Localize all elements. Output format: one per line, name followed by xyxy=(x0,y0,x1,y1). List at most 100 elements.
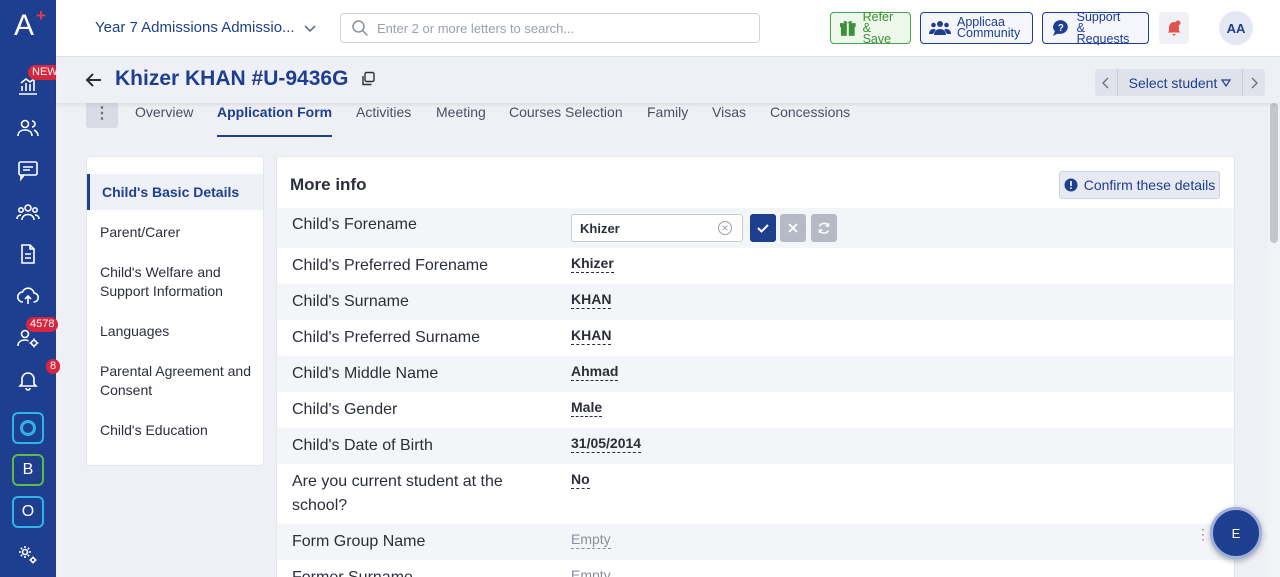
reset-field-button[interactable] xyxy=(811,214,837,242)
documents-nav[interactable] xyxy=(14,240,42,268)
applicaa-community-button[interactable]: Applicaa Community xyxy=(920,12,1033,44)
upload-nav[interactable] xyxy=(14,282,42,310)
groups-nav[interactable] xyxy=(14,198,42,226)
help-chat-icon: ? xyxy=(1052,20,1068,36)
search-input[interactable] xyxy=(377,20,737,36)
group-icon xyxy=(16,204,40,221)
top-bar: Year 7 Admissions Admissio... Refer& Sav… xyxy=(56,0,1280,57)
field-label: Former Surname xyxy=(292,566,542,577)
field-label: Child's Date of Birth xyxy=(292,437,433,454)
field-value[interactable]: 31/05/2014 xyxy=(571,434,642,453)
app-tile-o[interactable]: O xyxy=(12,496,44,528)
next-student-button[interactable] xyxy=(1243,69,1265,96)
applicants-count-badge: 4578 xyxy=(26,317,59,332)
section-welfare-support[interactable]: Child's Welfare and Support Information xyxy=(100,263,260,301)
refer-and-save-button[interactable]: Refer & Save xyxy=(830,10,911,46)
select-student-dropdown[interactable]: Select student xyxy=(1117,69,1243,96)
refer-label-line2: & Save xyxy=(862,20,892,46)
field-row-childs-forename: Child's Forename ✕ xyxy=(277,208,1234,248)
save-field-button[interactable] xyxy=(750,214,776,242)
field-value-empty[interactable]: Empty xyxy=(571,566,611,577)
search-icon xyxy=(352,20,369,37)
floating-assistant-button[interactable]: E xyxy=(1210,507,1262,559)
chevron-down-icon xyxy=(303,24,316,32)
left-navigation-rail: A + NEW 4578 8 B O xyxy=(0,0,62,577)
support-requests-button[interactable]: ? Support & Requests xyxy=(1042,10,1149,45)
app-b-label: B xyxy=(22,461,34,478)
student-switcher: Select student xyxy=(1095,69,1265,96)
tab-activities[interactable]: Activities xyxy=(356,104,411,120)
forename-edit-box: ✕ xyxy=(571,214,743,242)
section-childs-education[interactable]: Child's Education xyxy=(100,421,260,440)
field-label: Child's Forename xyxy=(292,216,417,233)
app-tile-circle[interactable] xyxy=(12,412,44,444)
tab-visas[interactable]: Visas xyxy=(712,104,746,120)
field-label: Child's Preferred Forename xyxy=(292,257,489,274)
tab-family[interactable]: Family xyxy=(647,104,688,120)
field-value[interactable]: Khizer xyxy=(571,254,614,273)
info-circle-icon xyxy=(1064,178,1078,192)
app-tile-b[interactable]: B xyxy=(12,454,44,486)
back-arrow-icon[interactable] xyxy=(84,70,104,90)
field-label: Child's Middle Name xyxy=(292,365,439,382)
chevron-right-icon xyxy=(1251,77,1258,88)
kebab-icon: ⋮ xyxy=(94,105,110,122)
section-childs-basic-details[interactable]: Child's Basic Details xyxy=(102,183,262,202)
svg-text:?: ? xyxy=(1058,23,1064,34)
field-row-surname: Child's Surname KHAN xyxy=(277,284,1234,320)
alerts-button[interactable] xyxy=(1159,12,1189,44)
section-parent-carer[interactable]: Parent/Carer xyxy=(100,223,260,242)
notifications-nav[interactable] xyxy=(14,366,42,394)
users-icon xyxy=(17,119,39,137)
process-selector[interactable]: Year 7 Admissions Admissio... xyxy=(95,19,317,36)
field-value[interactable]: Male xyxy=(571,398,603,417)
forename-input[interactable] xyxy=(580,220,718,236)
more-info-card: More info Confirm these details Child's … xyxy=(276,156,1235,577)
clear-input-icon[interactable]: ✕ xyxy=(718,221,732,235)
process-name: Year 7 Admissions Admissio... xyxy=(95,19,295,36)
page-scrollbar[interactable] xyxy=(1268,103,1280,577)
app-logo[interactable]: A + xyxy=(14,6,46,44)
confirm-details-button[interactable]: Confirm these details xyxy=(1059,171,1220,199)
field-row-preferred-forename: Child's Preferred Forename Khizer xyxy=(277,248,1234,284)
confirm-details-label: Confirm these details xyxy=(1083,177,1216,193)
section-parental-agreement[interactable]: Parental Agreement and Consent xyxy=(100,362,260,400)
field-value[interactable]: Ahmad xyxy=(571,362,619,381)
tab-courses-selection[interactable]: Courses Selection xyxy=(509,104,623,120)
field-row-form-group: Form Group Name Empty xyxy=(277,524,1234,560)
notifications-count-badge: 8 xyxy=(46,359,61,374)
tab-concessions[interactable]: Concessions xyxy=(770,104,850,120)
field-row-current-student: Are you current student at the school? N… xyxy=(277,464,1234,524)
logo-letter: A xyxy=(14,9,35,42)
applicant-tabs: ⋮ Overview Application Form Activities M… xyxy=(56,97,1268,137)
copy-icon[interactable] xyxy=(360,71,376,87)
field-row-preferred-surname: Child's Preferred Surname KHAN xyxy=(277,320,1234,356)
field-label: Are you current student at the school? xyxy=(292,473,503,514)
field-value[interactable]: KHAN xyxy=(571,326,612,345)
settings-nav[interactable] xyxy=(14,540,42,568)
user-avatar[interactable]: AA xyxy=(1219,11,1253,45)
cancel-field-button[interactable] xyxy=(780,214,806,242)
caret-down-icon xyxy=(1221,78,1232,87)
field-value-empty[interactable]: Empty xyxy=(571,530,611,549)
field-row-gender: Child's Gender Male xyxy=(277,392,1234,428)
gears-icon xyxy=(19,546,37,564)
field-row-date-of-birth: Child's Date of Birth 31/05/2014 xyxy=(277,428,1234,464)
tab-application-form[interactable]: Application Form xyxy=(217,104,332,120)
tab-meeting[interactable]: Meeting xyxy=(436,104,486,120)
global-search xyxy=(340,13,760,43)
field-row-middle-name: Child's Middle Name Ahmad xyxy=(277,356,1234,392)
section-languages[interactable]: Languages xyxy=(100,322,260,341)
previous-student-button[interactable] xyxy=(1095,69,1117,96)
card-title: More info xyxy=(290,175,367,194)
community-users-icon xyxy=(929,21,951,35)
scrollbar-thumb[interactable] xyxy=(1270,103,1278,243)
document-icon xyxy=(21,244,35,264)
field-value[interactable]: No xyxy=(571,470,590,489)
form-section-nav: Child's Basic Details Parent/Carer Child… xyxy=(86,156,264,466)
messages-nav[interactable] xyxy=(14,156,42,184)
cloud-upload-icon xyxy=(16,287,40,304)
users-nav[interactable] xyxy=(14,114,42,142)
field-value[interactable]: KHAN xyxy=(571,290,612,309)
tab-overview[interactable]: Overview xyxy=(135,104,193,120)
